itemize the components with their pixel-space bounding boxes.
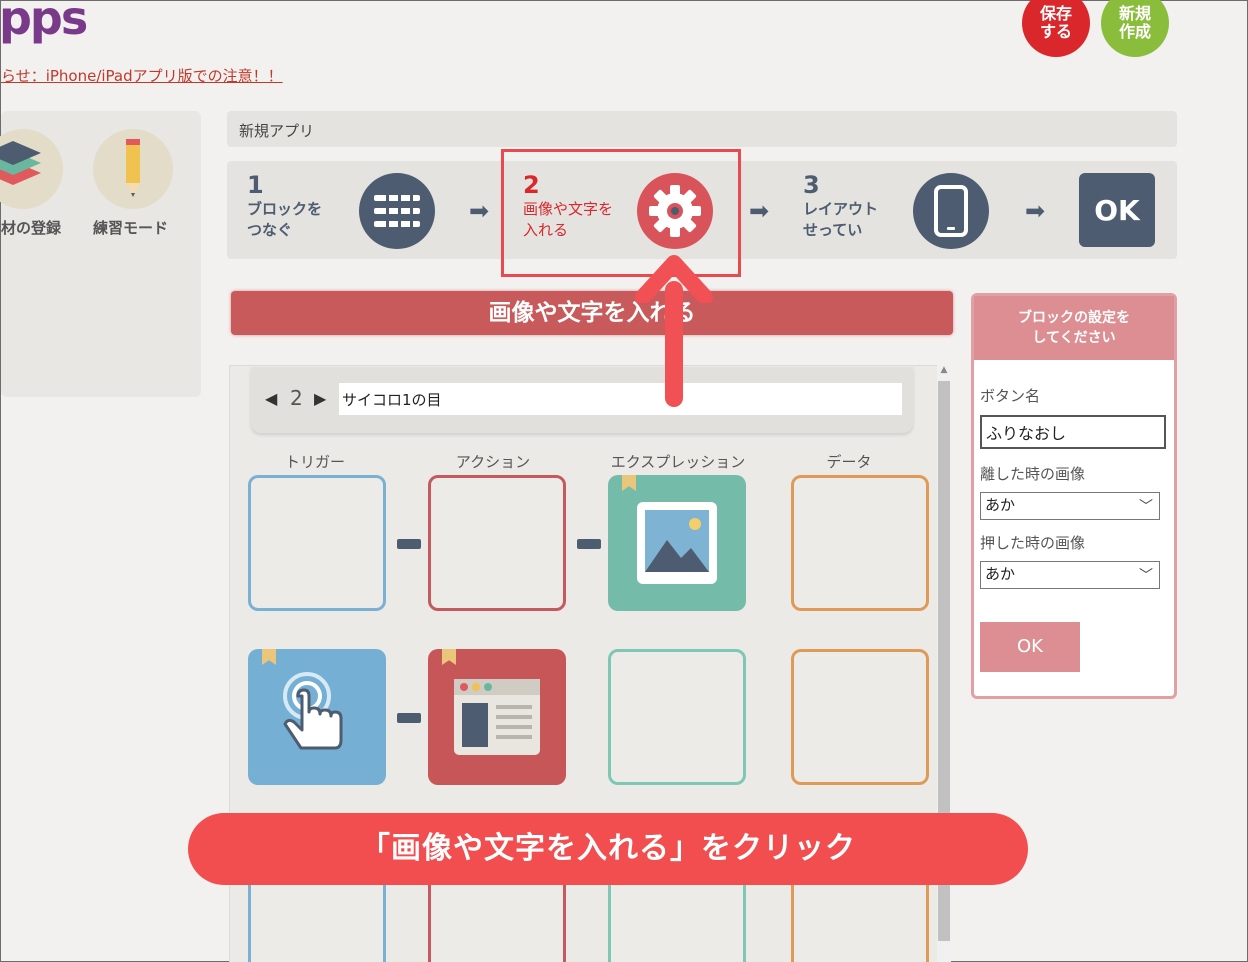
save-button[interactable]: 保存 する [1022,0,1090,57]
breadcrumb: 新規アプリ [227,111,1177,147]
step-arrow-icon: ➡ [1025,197,1046,225]
image-icon [637,502,717,584]
connector [397,539,421,549]
press-image-select[interactable]: あか ﹀ [980,561,1160,589]
action-column-header: アクション [455,453,531,471]
touch-trigger-block[interactable] [248,649,386,785]
blocks-icon[interactable] [359,173,435,249]
window-icon [454,679,540,755]
scroll-up-icon[interactable]: ▲ [937,365,951,379]
tap-icon [283,672,343,750]
button-name-input[interactable] [980,415,1166,449]
step-ok-button[interactable]: OK [1079,173,1155,247]
bookmark-icon [262,649,276,665]
app-name-text: 新規アプリ [239,122,315,140]
trigger-column-header: トリガー [284,453,345,471]
step-1[interactable]: 1 ブロックを つなぐ [247,171,322,241]
data-slot[interactable] [791,649,929,785]
new-app-button[interactable]: 新規 作成 [1101,0,1169,57]
click-instruction-callout: 「画像や文字を入れる」をクリック [188,813,1028,885]
pencil-icon[interactable] [93,129,173,209]
bookmark-icon [622,475,636,491]
trigger-slot[interactable] [248,475,386,611]
release-image-value: あか [985,496,1016,514]
notice-link[interactable]: らせ：iPhone/iPadアプリ版での注意！！ [1,65,283,86]
step-1-number: 1 [247,171,264,199]
expression-column-header: エクスプレッション [610,453,746,471]
screen-action-block[interactable] [428,649,566,785]
button-name-label: ボタン名 [980,387,1041,405]
chevron-down-icon: ﹀ [1139,499,1153,515]
app-logo[interactable]: pps [1,1,91,53]
chevron-down-icon: ﹀ [1139,568,1153,584]
data-slot[interactable] [791,475,929,611]
prev-page-icon[interactable]: ◀ [265,389,277,408]
settings-ok-button[interactable]: OK [980,622,1080,672]
smartphone-icon[interactable] [913,173,989,249]
settings-title: ブロックの設定を してください [974,296,1174,360]
next-page-icon[interactable]: ▶ [314,389,326,408]
action-slot[interactable] [428,475,566,611]
press-image-label: 押した時の画像 [980,534,1086,552]
step-1-label: ブロックを つなぐ [247,200,323,239]
image-expression-block[interactable] [608,475,746,611]
step-3[interactable]: 3 レイアウト せってい [803,171,878,241]
section-title: 画像や文字を入れる [231,291,953,335]
release-image-select[interactable]: あか ﹀ [980,492,1160,520]
step-3-number: 3 [803,171,820,199]
connector [577,539,601,549]
connector [397,713,421,723]
practice-mode-label[interactable]: 練習モード [93,217,168,238]
step-arrow-icon: ➡ [469,197,490,225]
press-image-value: あか [985,565,1016,583]
step-3-label: レイアウト せってい [803,200,879,239]
release-image-label: 離した時の画像 [980,465,1086,483]
bookmark-icon [442,649,456,665]
logo-text: pps [1,1,88,45]
page-number: 2 [290,386,303,410]
pointer-arrow-icon [635,255,713,303]
block-name-field[interactable] [339,383,902,415]
expression-slot[interactable] [608,649,746,785]
material-register-label[interactable]: 材の登録 [1,217,61,238]
data-column-header: データ [826,453,872,471]
layers-icon[interactable] [0,129,63,209]
step-arrow-icon: ➡ [749,197,770,225]
